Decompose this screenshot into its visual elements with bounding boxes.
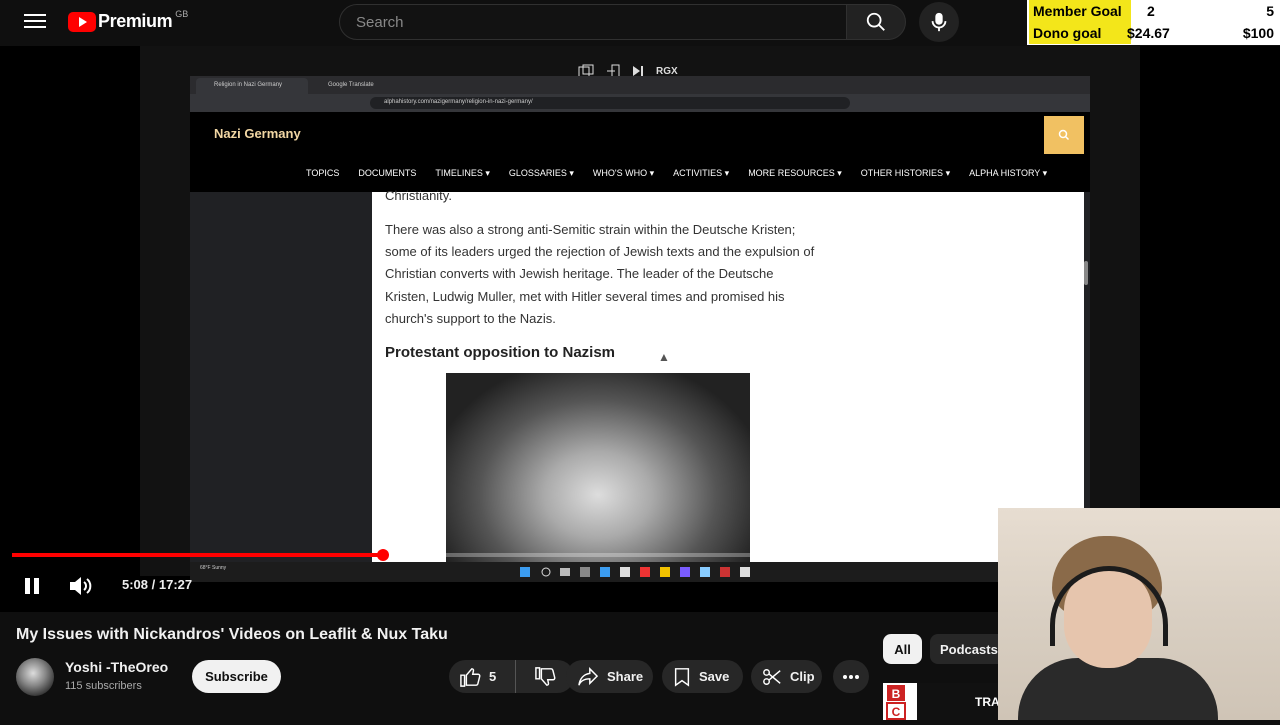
time-display: 5:08 / 17:27 bbox=[122, 577, 193, 592]
thumbs-up-icon bbox=[460, 667, 481, 687]
browser-tab[interactable]: Religion in Nazi Germany bbox=[196, 78, 308, 94]
bookmark-icon bbox=[674, 667, 690, 687]
site-nav-item[interactable]: DOCUMENTS bbox=[358, 168, 416, 179]
browser-tabstrip: Religion in Nazi Germany Google Translat… bbox=[190, 76, 1090, 94]
menu-button[interactable] bbox=[22, 10, 48, 34]
youtube-premium-logo[interactable]: Premium GB bbox=[68, 8, 189, 32]
more-horizontal-icon bbox=[843, 674, 859, 679]
dono-goal-row: Dono goal $24.67 $100 bbox=[1027, 22, 1280, 44]
region-label: GB bbox=[175, 8, 189, 19]
like-button[interactable]: 5 bbox=[449, 660, 516, 693]
site-nav-item[interactable]: TOPICS bbox=[306, 168, 339, 179]
volume-icon bbox=[70, 577, 92, 595]
progress-bar[interactable] bbox=[12, 549, 998, 561]
article-content: Christianity. There was also a strong an… bbox=[372, 188, 1084, 576]
progress-played bbox=[12, 553, 383, 557]
browser-address-bar: alphahistory.com/nazigermany/religion-in… bbox=[190, 94, 1090, 112]
member-goal-row: Member Goal 2 5 bbox=[1027, 0, 1280, 22]
site-search-button[interactable] bbox=[1044, 116, 1084, 154]
site-nav-item[interactable]: ALPHA HISTORY ▾ bbox=[969, 168, 1047, 179]
save-label: Save bbox=[699, 669, 730, 684]
site-title[interactable]: Nazi Germany bbox=[214, 126, 301, 141]
voice-search-button[interactable] bbox=[919, 2, 959, 42]
site-nav-item[interactable]: OTHER HISTORIES ▾ bbox=[861, 168, 950, 179]
more-actions-button[interactable] bbox=[833, 660, 869, 693]
chip-all[interactable]: All bbox=[883, 634, 922, 664]
article-paragraph-fragment: Christianity. bbox=[385, 188, 452, 203]
clip-button[interactable]: Clip bbox=[751, 660, 822, 693]
webcam-body bbox=[1018, 658, 1218, 720]
clip-label: Clip bbox=[790, 669, 815, 684]
svg-text:B: B bbox=[892, 687, 901, 701]
goal-current: 2 bbox=[1147, 3, 1155, 19]
goal-target: $100 bbox=[1242, 25, 1274, 41]
article-paragraph: There was also a strong anti-Semitic str… bbox=[385, 222, 815, 326]
volume-button[interactable] bbox=[68, 574, 94, 598]
goal-label: Dono goal bbox=[1029, 22, 1131, 44]
pause-button[interactable] bbox=[22, 576, 42, 596]
logo-word: Premium bbox=[98, 11, 173, 31]
thumbnail-logo-glyph: BC bbox=[886, 685, 906, 720]
progress-handle[interactable] bbox=[376, 549, 389, 561]
site-nav-item[interactable]: WHO'S WHO ▾ bbox=[593, 168, 654, 179]
subscriber-count: 115 subscribers bbox=[65, 680, 142, 692]
goal-current: $24.67 bbox=[1127, 25, 1170, 41]
save-button[interactable]: Save bbox=[662, 660, 743, 693]
scissors-icon bbox=[763, 668, 781, 685]
share-button[interactable]: Share bbox=[566, 660, 653, 693]
subscribe-button[interactable]: Subscribe bbox=[192, 660, 281, 693]
search-input[interactable] bbox=[340, 5, 846, 39]
svg-text:C: C bbox=[892, 705, 901, 719]
search-icon bbox=[866, 12, 885, 31]
site-nav-item[interactable]: TIMELINES ▾ bbox=[435, 168, 490, 179]
browser-tab[interactable]: Google Translate bbox=[310, 78, 422, 94]
dislike-button[interactable] bbox=[516, 660, 573, 693]
pause-icon-bar bbox=[34, 578, 39, 594]
browser-url[interactable]: alphahistory.com/nazigermany/religion-in… bbox=[370, 97, 850, 109]
search-box bbox=[339, 4, 847, 40]
share-label: Share bbox=[607, 669, 644, 684]
like-dislike-group: 5 bbox=[449, 660, 574, 693]
share-icon bbox=[578, 666, 599, 685]
channel-name[interactable]: Yoshi -TheOreo bbox=[65, 659, 168, 675]
player-controls: 5:08 / 17:27 bbox=[0, 566, 1000, 606]
search-button[interactable] bbox=[846, 4, 906, 40]
embedded-browser: Religion in Nazi Germany Google Translat… bbox=[190, 76, 1090, 576]
microphone-icon bbox=[931, 12, 947, 32]
channel-avatar[interactable] bbox=[16, 658, 54, 696]
toolbar-label: RGX bbox=[656, 65, 678, 77]
site-nav: TOPICS DOCUMENTS TIMELINES ▾ GLOSSARIES … bbox=[306, 168, 1066, 179]
pause-icon bbox=[25, 578, 30, 594]
site-nav-item[interactable]: GLOSSARIES ▾ bbox=[509, 168, 574, 179]
site-nav-item[interactable]: MORE RESOURCES ▾ bbox=[748, 168, 842, 179]
mouse-cursor-icon: ▲ bbox=[658, 350, 670, 364]
like-count: 5 bbox=[489, 669, 497, 684]
thumbs-down-icon bbox=[534, 666, 555, 686]
goal-target: 5 bbox=[1266, 3, 1274, 19]
streamer-webcam bbox=[998, 508, 1280, 720]
stream-goals-overlay: Member Goal 2 5 Dono goal $24.67 $100 bbox=[1027, 0, 1280, 45]
article-subheading: Protestant opposition to Nazism bbox=[385, 344, 616, 361]
goal-label: Member Goal bbox=[1029, 0, 1131, 22]
browser-scrollbar[interactable] bbox=[1084, 261, 1088, 285]
thumbnail-text: TRA bbox=[975, 695, 1000, 709]
thumbnail-logo: BC bbox=[883, 683, 917, 720]
youtube-play-icon bbox=[68, 11, 96, 32]
site-nav-item[interactable]: ACTIVITIES ▾ bbox=[673, 168, 729, 179]
site-header: Nazi Germany TOPICS DOCUMENTS TIMELINES … bbox=[190, 112, 1090, 192]
search-icon bbox=[1058, 129, 1070, 141]
article-portrait-image bbox=[446, 373, 750, 576]
video-title: My Issues with Nickandros' Videos on Lea… bbox=[16, 626, 448, 643]
